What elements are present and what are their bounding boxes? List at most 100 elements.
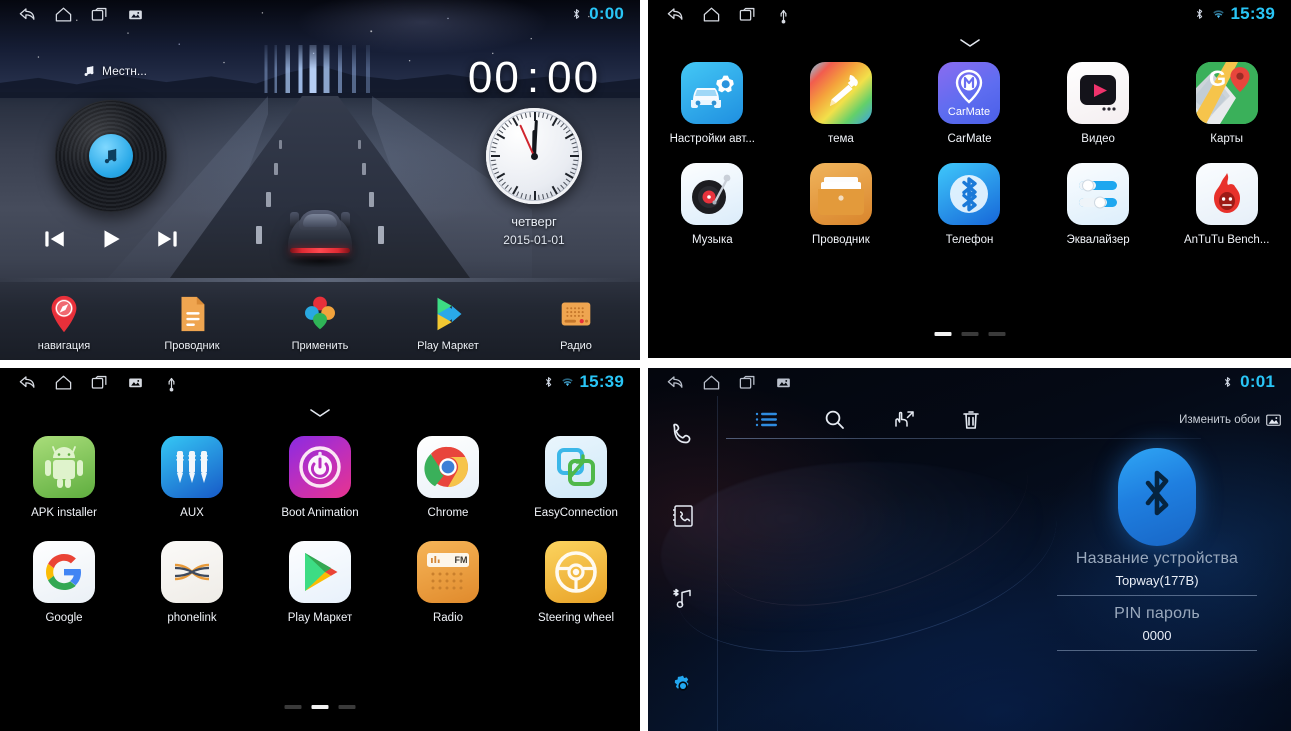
app-video[interactable]: Видео	[1034, 62, 1163, 145]
digital-separator: :	[526, 53, 542, 102]
app-maps[interactable]: G Карты	[1162, 62, 1291, 145]
app-label: Play Маркет	[287, 612, 353, 624]
recents-icon[interactable]	[738, 5, 757, 24]
digital-clock: 00 : 00	[468, 56, 600, 100]
app-label: CarMate	[947, 133, 992, 145]
device-name-value[interactable]: Topway(177B)	[1057, 568, 1257, 596]
page-dot-2[interactable]	[961, 332, 978, 336]
app-grid: APK installer AUX Boot Animation Chrome …	[0, 436, 640, 624]
app-play-store[interactable]: Play Маркет	[256, 541, 384, 624]
usb-icon[interactable]	[774, 5, 793, 24]
bluetooth-icon	[1221, 375, 1234, 389]
app-music[interactable]: Музыка	[648, 163, 777, 246]
device-name-field: Название устройства Topway(177B)	[1057, 550, 1257, 596]
screenshot-icon[interactable]	[774, 373, 793, 392]
next-track-icon[interactable]	[155, 226, 181, 252]
pane-app-drawer-page-1: 15:39 Настройки авт... тема CarMate CarM…	[648, 0, 1291, 358]
dock-item-apply[interactable]: Применить	[256, 293, 384, 356]
dock-item-file-manager[interactable]: Проводник	[128, 293, 256, 356]
recents-icon[interactable]	[90, 5, 109, 24]
back-icon[interactable]	[18, 5, 37, 24]
app-equalizer[interactable]: Эквалайзер	[1034, 163, 1163, 246]
pin-value[interactable]: 0000	[1057, 623, 1257, 651]
app-car-settings[interactable]: Настройки авт...	[648, 62, 777, 145]
home-icon[interactable]	[54, 5, 73, 24]
recents-icon[interactable]	[90, 373, 109, 392]
antutu-icon	[1195, 163, 1258, 225]
back-icon[interactable]	[666, 5, 685, 24]
back-icon[interactable]	[666, 373, 685, 392]
app-grid: Настройки авт... тема CarMate CarMate Ви…	[648, 62, 1291, 246]
chrome-icon	[417, 436, 479, 498]
svg-text:FM: FM	[455, 555, 468, 565]
app-chrome[interactable]: Chrome	[384, 436, 512, 519]
page-dot-1[interactable]	[934, 332, 951, 336]
music-note-icon	[104, 148, 117, 164]
play-icon[interactable]	[98, 226, 124, 252]
app-label: Музыка	[691, 234, 733, 246]
home-icon[interactable]	[702, 5, 721, 24]
bluetooth-icon	[1145, 470, 1169, 516]
list-icon[interactable]	[752, 407, 782, 433]
clock-center-pin	[530, 152, 538, 160]
bluetooth-phone-icon	[938, 163, 1001, 225]
app-label: Steering wheel	[537, 612, 615, 624]
recents-icon[interactable]	[738, 373, 757, 392]
usb-icon[interactable]	[162, 373, 181, 392]
page-dot-2[interactable]	[311, 705, 329, 709]
app-aux[interactable]: AUX	[128, 436, 256, 519]
dock-item-navigation[interactable]: навигация	[0, 293, 128, 356]
page-dot-3[interactable]	[338, 705, 356, 709]
bluetooth-music-icon[interactable]	[669, 584, 697, 612]
change-wallpaper-button[interactable]: Изменить обои	[1179, 413, 1281, 427]
app-radio[interactable]: FM Radio	[384, 541, 512, 624]
app-label: Карты	[1210, 133, 1244, 145]
chevron-down-icon[interactable]	[307, 406, 333, 420]
app-label: Проводник	[812, 234, 870, 246]
app-boot-animation[interactable]: Boot Animation	[256, 436, 384, 519]
app-phone[interactable]: Телефон	[905, 163, 1034, 246]
back-icon[interactable]	[18, 373, 37, 392]
clock-widget[interactable]: 00 : 00 четверг 2015-01-01	[450, 56, 618, 248]
app-label: APK installer	[31, 507, 97, 519]
app-apk-installer[interactable]: APK installer	[0, 436, 128, 519]
page-dot-1[interactable]	[284, 705, 302, 709]
screenshot-icon[interactable]	[126, 373, 145, 392]
chevron-down-icon[interactable]	[957, 36, 983, 50]
dialpad-phone-icon[interactable]	[669, 420, 697, 448]
fm-radio-icon: FM	[417, 541, 479, 603]
page-indicator	[284, 705, 356, 709]
app-antutu[interactable]: AnTuTu Bench...	[1162, 163, 1291, 246]
app-google[interactable]: Google	[0, 541, 128, 624]
page-dot-3[interactable]	[988, 332, 1005, 336]
screenshot-icon[interactable]	[126, 5, 145, 24]
status-bar: 15:39	[648, 0, 1291, 28]
radio-icon	[556, 293, 596, 335]
android-icon	[33, 436, 95, 498]
city-skyline	[256, 45, 397, 93]
gear-icon[interactable]	[669, 672, 697, 700]
app-theme[interactable]: тема	[777, 62, 906, 145]
app-carmate[interactable]: CarMate CarMate	[905, 62, 1034, 145]
navigation-keys	[656, 5, 793, 24]
app-phonelink[interactable]: phonelink	[128, 541, 256, 624]
pair-hand-icon[interactable]	[888, 407, 918, 433]
app-file-explorer[interactable]: Проводник	[777, 163, 906, 246]
dock-item-radio[interactable]: Радио	[512, 293, 640, 356]
home-icon[interactable]	[54, 373, 73, 392]
contacts-book-icon[interactable]	[669, 502, 697, 530]
svg-text:G: G	[1209, 66, 1226, 91]
app-label: EasyConnection	[534, 507, 618, 519]
vinyl-disc-button[interactable]	[55, 100, 167, 212]
clock-weekday: четверг	[511, 214, 557, 229]
search-icon[interactable]	[820, 407, 850, 433]
status-clock: 15:39	[579, 372, 624, 391]
dock-item-play-store[interactable]: Play Маркет	[384, 293, 512, 356]
prev-track-icon[interactable]	[41, 226, 67, 252]
status-bar: 15:39	[0, 368, 640, 396]
pane-bluetooth-settings: 0:01 Изменить обои Название устройства T…	[648, 368, 1291, 731]
app-steering-wheel[interactable]: Steering wheel	[512, 541, 640, 624]
app-easyconnection[interactable]: EasyConnection	[512, 436, 640, 519]
trash-icon[interactable]	[956, 407, 986, 433]
home-icon[interactable]	[702, 373, 721, 392]
